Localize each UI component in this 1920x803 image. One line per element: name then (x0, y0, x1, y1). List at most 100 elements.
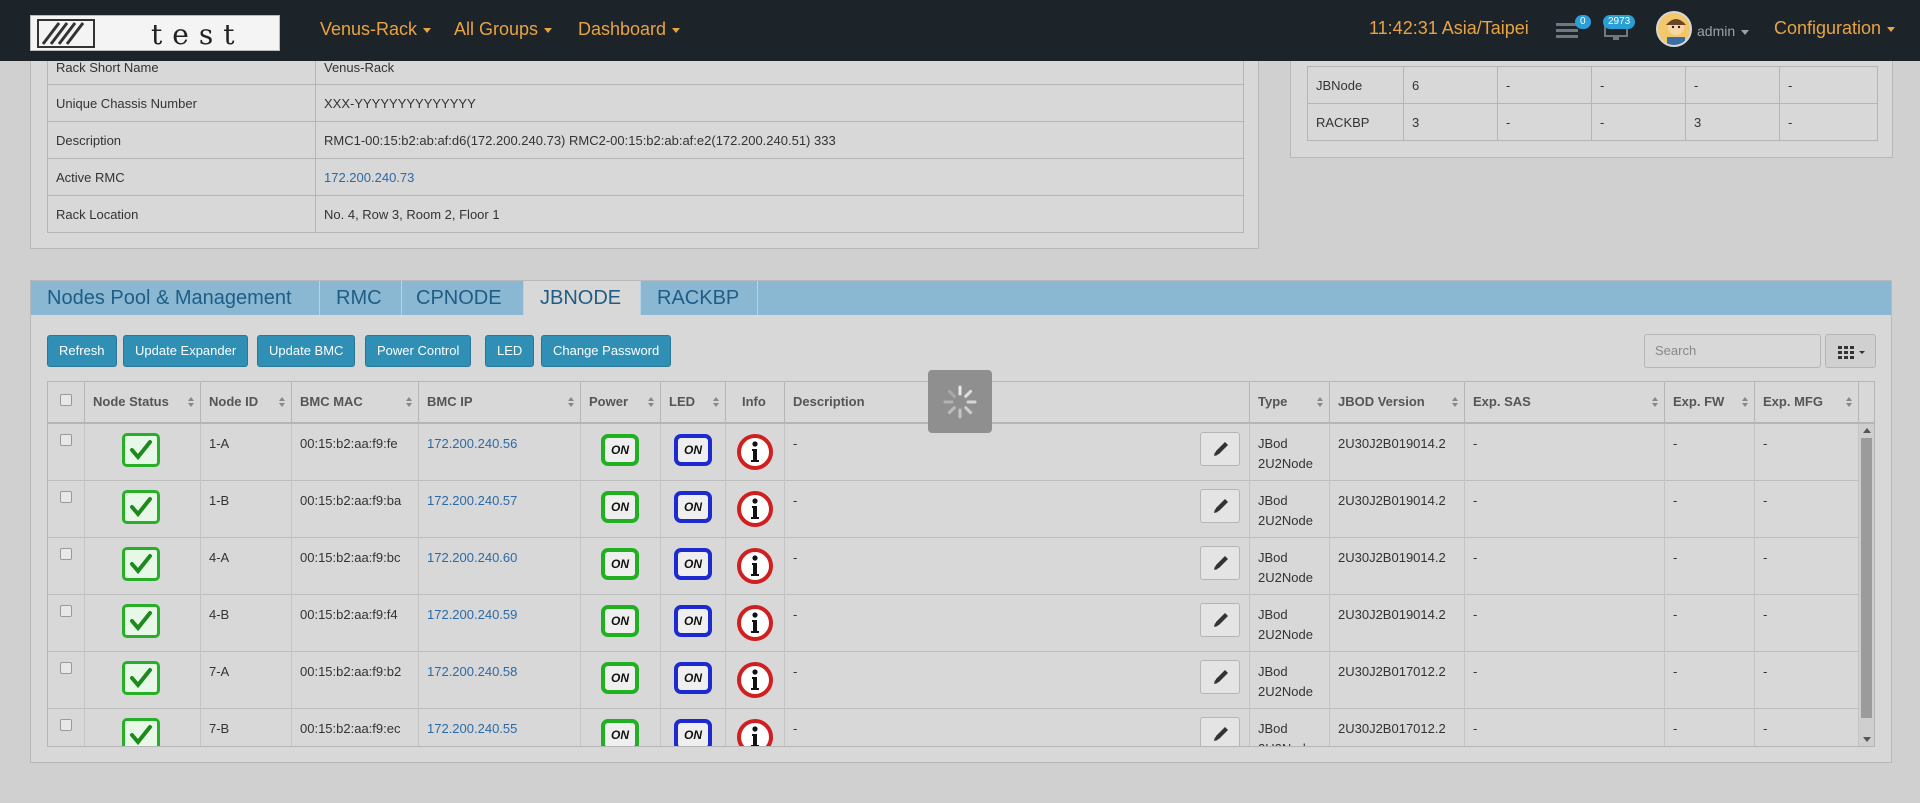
tab-jbnode[interactable]: JBNODE (524, 281, 641, 315)
info-cell (726, 595, 785, 652)
nav-menu-groups[interactable]: All Groups (454, 19, 553, 40)
col-node-id[interactable]: Node ID (201, 382, 292, 422)
tab-cpnode[interactable]: CPNODE (402, 281, 524, 315)
col-jbod-version[interactable]: JBOD Version (1330, 382, 1465, 422)
select-all-checkbox[interactable] (60, 394, 72, 406)
power-on-toggle[interactable]: ON (601, 605, 639, 637)
table-row[interactable]: 7-B 00:15:b2:aa:f9:ec 172.200.240.55 ON ON - J… (48, 709, 1859, 747)
clock-display: 11:42:31 Asia/Taipei (1369, 18, 1529, 38)
configuration-menu[interactable]: Configuration (1774, 18, 1896, 39)
info-icon[interactable] (736, 547, 774, 585)
search-input[interactable]: Search (1644, 334, 1821, 368)
edit-description-button[interactable] (1200, 717, 1240, 746)
power-on-toggle[interactable]: ON (601, 434, 639, 466)
type-cell: JBod 2U2Node (1250, 538, 1330, 595)
columns-toggle-button[interactable] (1825, 334, 1876, 368)
power-on-toggle[interactable]: ON (601, 548, 639, 580)
logo[interactable]: test (30, 15, 280, 51)
info-icon[interactable] (736, 718, 774, 747)
col-bmc-mac[interactable]: BMC MAC (292, 382, 419, 422)
col-exp-sas[interactable]: Exp. SAS (1465, 382, 1665, 422)
row-checkbox[interactable] (60, 434, 72, 446)
status-ok-icon[interactable] (122, 718, 160, 746)
col-led[interactable]: LED (661, 382, 726, 422)
power-on-toggle[interactable]: ON (601, 662, 639, 694)
info-icon[interactable] (736, 661, 774, 699)
row-checkbox[interactable] (60, 605, 72, 617)
summary-cell: - (1591, 66, 1686, 104)
power-on-toggle[interactable]: ON (601, 491, 639, 523)
col-type[interactable]: Type (1250, 382, 1330, 422)
row-checkbox[interactable] (60, 548, 72, 560)
col-bmc-ip[interactable]: BMC IP (419, 382, 581, 422)
nav-menu-rack[interactable]: Venus-Rack (320, 19, 432, 40)
info-icon[interactable] (736, 604, 774, 642)
edit-description-button[interactable] (1200, 489, 1240, 523)
info-icon[interactable] (736, 490, 774, 528)
type-line2: 2U2Node (1258, 513, 1313, 528)
scroll-thumb[interactable] (1861, 438, 1872, 718)
edit-description-button[interactable] (1200, 660, 1240, 694)
col-node-status[interactable]: Node Status (85, 382, 201, 422)
type-line2: 2U2Node (1258, 684, 1313, 699)
led-on-toggle[interactable]: ON (674, 662, 712, 694)
user-menu[interactable]: admin (1697, 23, 1750, 39)
col-exp-fw[interactable]: Exp. FW (1665, 382, 1755, 422)
bmc-mac-cell: 00:15:b2:aa:f9:fe (292, 424, 419, 481)
row-checkbox[interactable] (60, 719, 72, 731)
led-on-toggle[interactable]: ON (674, 605, 712, 637)
bmc-ip-link[interactable]: 172.200.240.58 (427, 664, 517, 679)
status-ok-icon[interactable] (122, 433, 160, 467)
nav-menu-dashboard[interactable]: Dashboard (578, 19, 681, 40)
messages-badge: 0 (1575, 15, 1591, 29)
info-icon[interactable] (736, 433, 774, 471)
status-ok-icon[interactable] (122, 490, 160, 524)
table-scrollbar[interactable] (1859, 424, 1874, 746)
led-button[interactable]: LED (485, 335, 535, 367)
user-name: admin (1697, 23, 1736, 39)
tab-rmc[interactable]: RMC (320, 281, 402, 315)
led-on-toggle[interactable]: ON (674, 434, 712, 466)
update-expander-button[interactable]: Update Expander (123, 335, 249, 367)
user-avatar[interactable] (1656, 11, 1692, 47)
edit-description-button[interactable] (1200, 603, 1240, 637)
led-cell: ON (661, 709, 726, 746)
power-on-toggle[interactable]: ON (601, 719, 639, 746)
panel-title: Nodes Pool & Management (31, 281, 320, 315)
refresh-button[interactable]: Refresh (47, 335, 117, 367)
row-checkbox[interactable] (60, 491, 72, 503)
led-on-toggle[interactable]: ON (674, 491, 712, 523)
bmc-ip-link[interactable]: 172.200.240.55 (427, 721, 517, 736)
power-control-button[interactable]: Power Control (365, 335, 472, 367)
bmc-ip-link[interactable]: 172.200.240.60 (427, 550, 517, 565)
led-on-toggle[interactable]: ON (674, 548, 712, 580)
bmc-ip-link[interactable]: 172.200.240.57 (427, 493, 517, 508)
update-bmc-button[interactable]: Update BMC (257, 335, 356, 367)
col-power[interactable]: Power (581, 382, 661, 422)
row-checkbox[interactable] (60, 662, 72, 674)
bmc-ip-link[interactable]: 172.200.240.59 (427, 607, 517, 622)
status-ok-icon[interactable] (122, 604, 160, 638)
edit-description-button[interactable] (1200, 546, 1240, 580)
change-password-button[interactable]: Change Password (541, 335, 672, 367)
tab-rackbp[interactable]: RACKBP (641, 281, 758, 315)
status-ok-icon[interactable] (122, 547, 160, 581)
grid-icon (1838, 346, 1865, 359)
table-row[interactable]: 4-A 00:15:b2:aa:f9:bc 172.200.240.60 ON ON - J… (48, 538, 1859, 595)
table-row[interactable]: 7-A 00:15:b2:aa:f9:b2 172.200.240.58 ON ON - J… (48, 652, 1859, 709)
scroll-down-icon[interactable] (1863, 737, 1871, 742)
power-cell: ON (581, 595, 661, 652)
table-row[interactable]: 4-B 00:15:b2:aa:f9:f4 172.200.240.59 ON ON - J… (48, 595, 1859, 652)
jbod-version-cell: 2U30J2B017012.2 (1330, 652, 1465, 709)
bmc-ip-link[interactable]: 172.200.240.56 (427, 436, 517, 451)
edit-description-button[interactable] (1200, 432, 1240, 466)
column-label: JBOD Version (1338, 394, 1425, 409)
table-row[interactable]: 1-B 00:15:b2:aa:f9:ba 172.200.240.57 ON ON - J… (48, 481, 1859, 538)
type-line2: 2U2Node (1258, 627, 1313, 642)
status-ok-icon[interactable] (122, 661, 160, 695)
active-rmc-link[interactable]: 172.200.240.73 (324, 170, 414, 185)
led-on-toggle[interactable]: ON (674, 719, 712, 746)
scroll-up-icon[interactable] (1863, 428, 1871, 433)
sort-icon (1846, 397, 1852, 407)
col-exp-mfg[interactable]: Exp. MFG (1755, 382, 1859, 422)
